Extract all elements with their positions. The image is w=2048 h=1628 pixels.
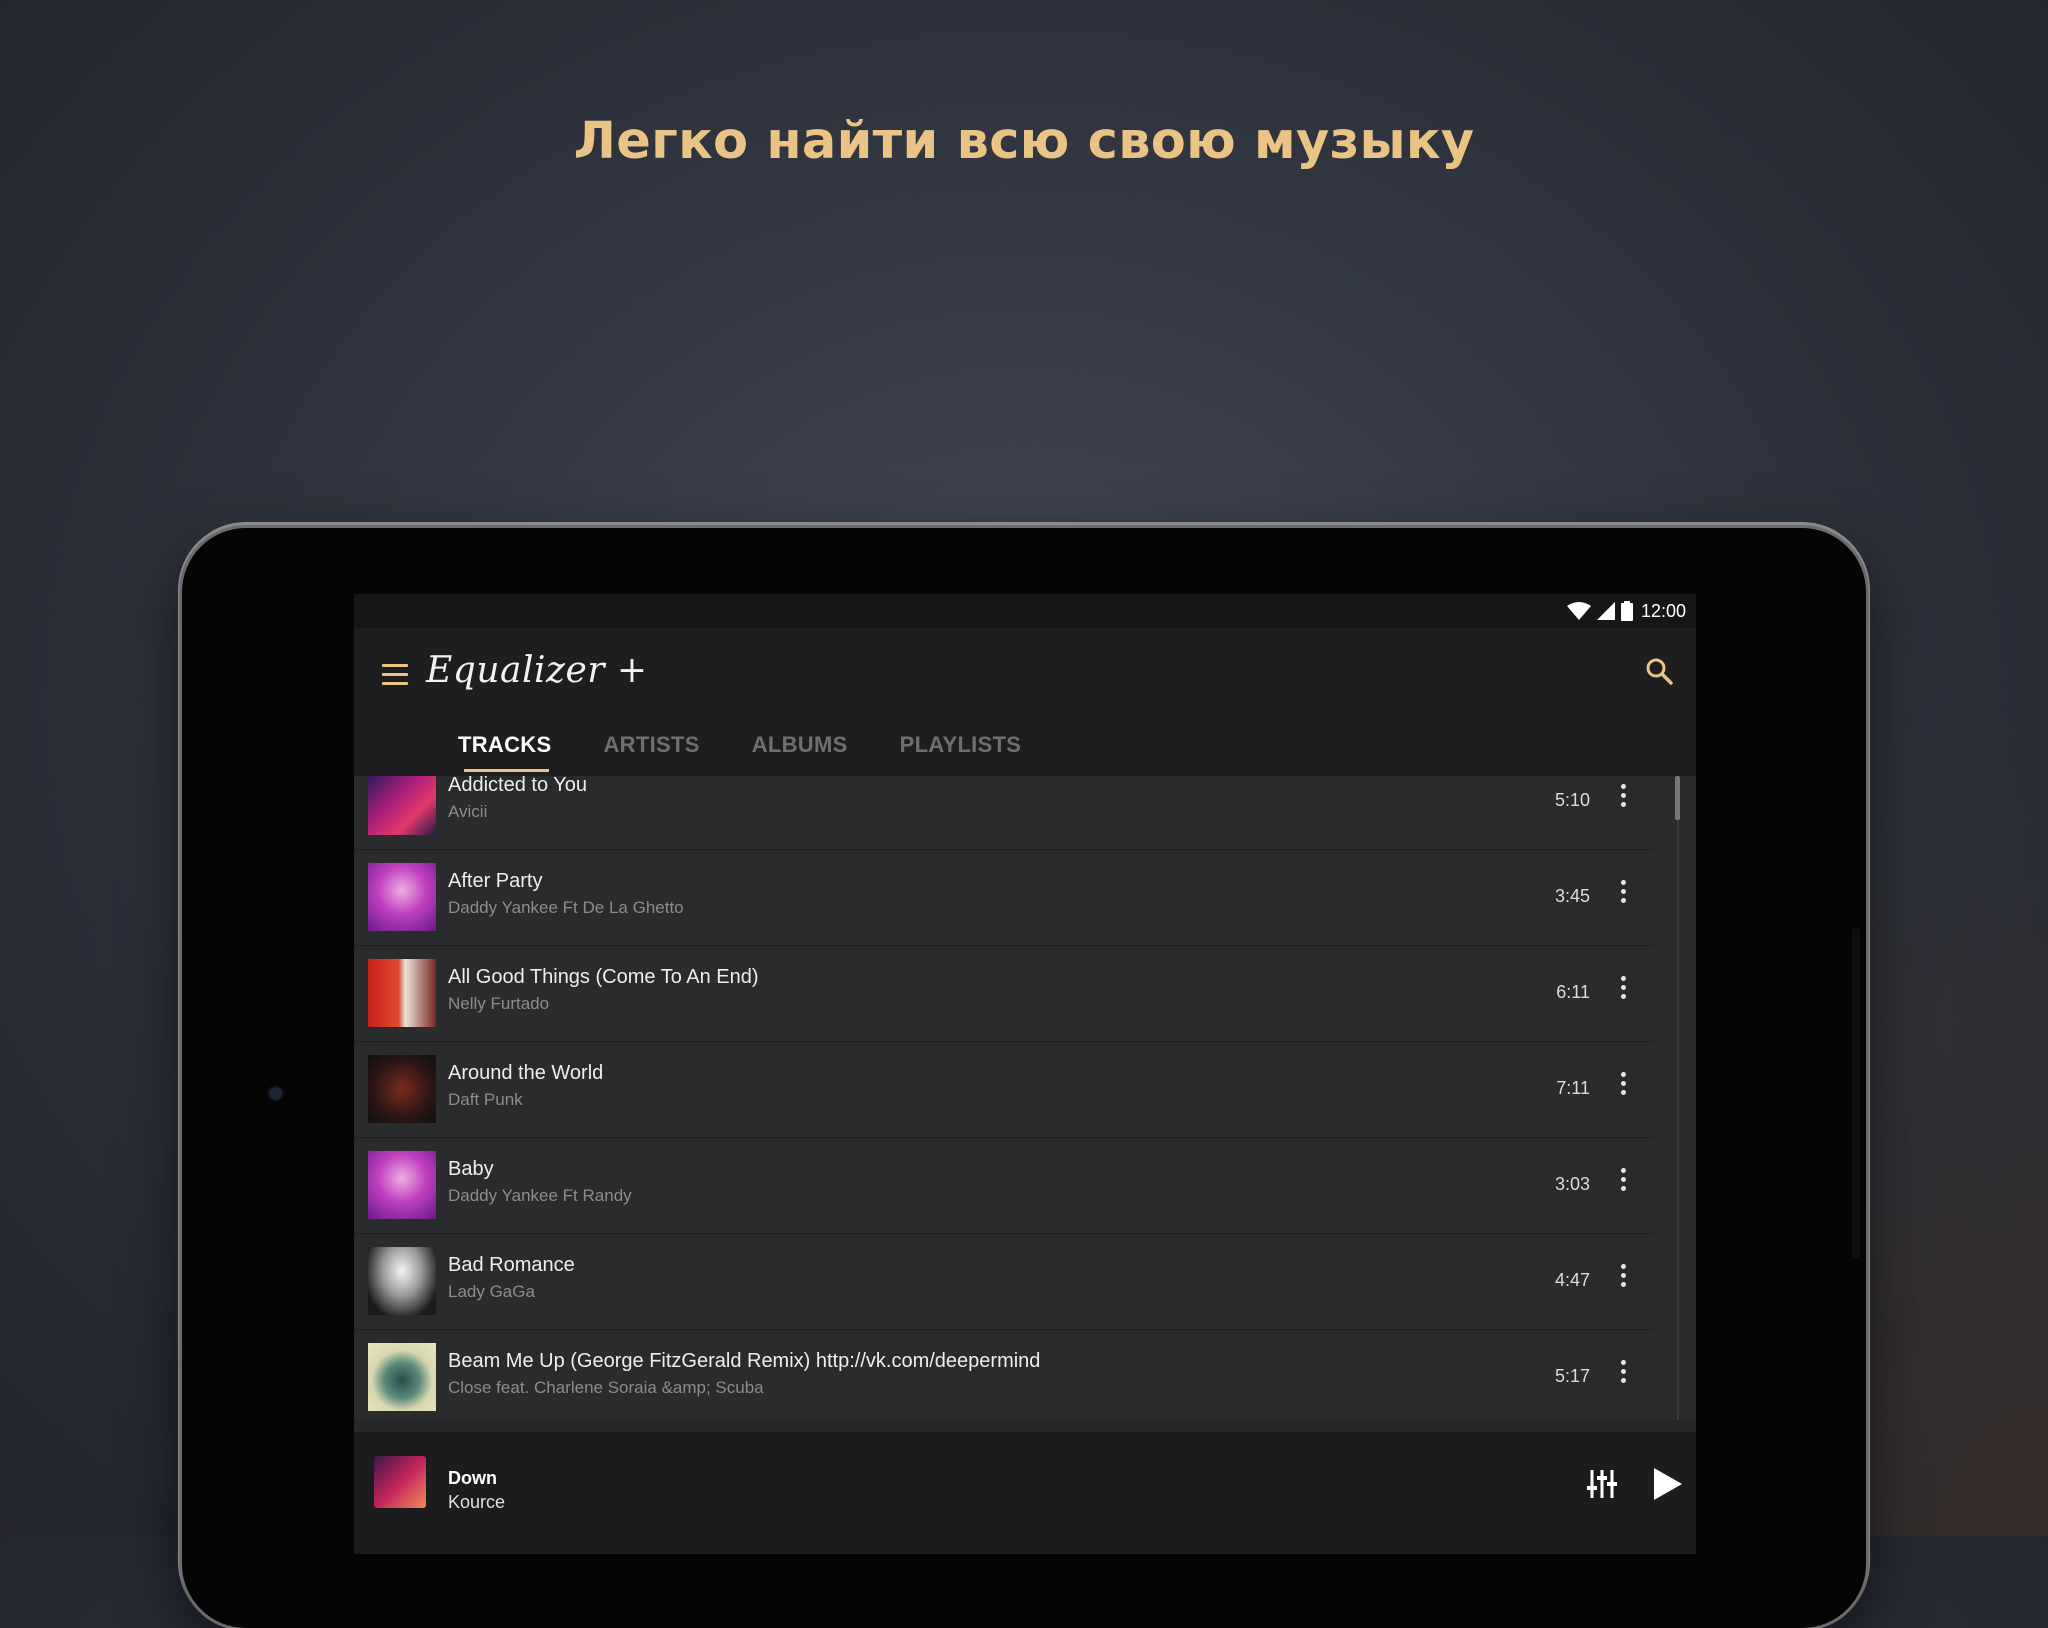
track-row[interactable]: Baby Daddy Yankee Ft Randy 3:03 <box>354 1138 1654 1234</box>
more-vert-icon[interactable] <box>1618 784 1628 814</box>
album-art <box>368 863 436 931</box>
more-vert-icon[interactable] <box>1618 1168 1628 1198</box>
track-title: Addicted to You <box>448 776 588 796</box>
album-art <box>368 1343 436 1411</box>
track-row[interactable]: Beam Me Up (George FitzGerald Remix) htt… <box>354 1330 1654 1420</box>
track-list[interactable]: Addicted to You Avicii 5:10 After Party … <box>354 776 1696 1420</box>
album-art <box>368 776 436 835</box>
tab-albums[interactable]: ALBUMS <box>752 732 848 772</box>
track-duration: 6:11 <box>1556 982 1590 1002</box>
track-row[interactable]: All Good Things (Come To An End) Nelly F… <box>354 946 1654 1042</box>
track-duration: 3:03 <box>1554 1174 1590 1194</box>
tab-artists[interactable]: ARTISTS <box>603 732 699 772</box>
menu-icon[interactable] <box>382 664 408 686</box>
now-playing-artist: Kource <box>448 1492 506 1512</box>
equalizer-icon[interactable] <box>1586 1468 1618 1500</box>
tablet-side-button <box>1852 928 1860 1258</box>
album-art <box>368 1055 436 1123</box>
track-artist: Daft Punk <box>448 1090 523 1109</box>
track-duration: 5:17 <box>1554 1366 1590 1386</box>
battery-icon <box>1620 601 1633 621</box>
track-duration: 3:45 <box>1554 886 1590 906</box>
more-vert-icon[interactable] <box>1618 880 1628 910</box>
promo-headline: Легко найти всю свою музыку <box>573 112 1475 171</box>
album-art <box>368 1247 436 1315</box>
track-artist: Daddy Yankee Ft De La Ghetto <box>448 898 684 917</box>
track-duration: 4:47 <box>1554 1270 1590 1290</box>
app-title: Equalizer + <box>426 650 648 691</box>
track-artist: Nelly Furtado <box>448 994 550 1013</box>
app-bar: Equalizer + TRACKS ARTISTS ALBUMS PLAYLI… <box>354 628 1696 776</box>
track-row[interactable]: Addicted to You Avicii 5:10 <box>354 776 1654 850</box>
status-bar: 12:00 <box>354 594 1696 628</box>
more-vert-icon[interactable] <box>1618 976 1628 1006</box>
track-artist: Daddy Yankee Ft Randy <box>448 1186 632 1205</box>
track-row[interactable]: After Party Daddy Yankee Ft De La Ghetto… <box>354 850 1654 946</box>
signal-icon <box>1596 602 1615 620</box>
track-artist: Lady GaGa <box>448 1282 535 1301</box>
now-playing-title: Down <box>448 1468 497 1488</box>
track-title: Around the World <box>448 1062 604 1084</box>
scrollbar-thumb[interactable] <box>1675 776 1680 820</box>
tab-tracks[interactable]: TRACKS <box>458 732 551 772</box>
more-vert-icon[interactable] <box>1618 1264 1628 1294</box>
status-time: 12:00 <box>1640 600 1686 621</box>
track-duration: 5:10 <box>1554 790 1590 810</box>
album-art <box>368 959 436 1027</box>
tab-bar: TRACKS ARTISTS ALBUMS PLAYLISTS <box>458 732 1021 772</box>
tab-playlists[interactable]: PLAYLISTS <box>900 732 1022 772</box>
now-playing-art <box>374 1456 426 1508</box>
more-vert-icon[interactable] <box>1618 1360 1628 1390</box>
track-title: Beam Me Up (George FitzGerald Remix) htt… <box>448 1350 1041 1372</box>
track-title: All Good Things (Come To An End) <box>448 966 759 988</box>
album-art <box>368 1151 436 1219</box>
track-row[interactable]: Around the World Daft Punk 7:11 <box>354 1042 1654 1138</box>
more-vert-icon[interactable] <box>1618 1072 1628 1102</box>
track-title: Bad Romance <box>448 1254 575 1276</box>
scrollbar-track <box>1677 776 1679 1420</box>
track-duration: 7:11 <box>1556 1078 1590 1098</box>
track-row[interactable]: Bad Romance Lady GaGa 4:47 <box>354 1234 1654 1330</box>
search-icon[interactable] <box>1644 656 1674 686</box>
track-title: Baby <box>448 1158 494 1180</box>
wifi-icon <box>1566 602 1591 620</box>
track-artist: Close feat. Charlene Soraia &amp; Scuba <box>448 1378 764 1397</box>
tablet-camera <box>269 1087 282 1100</box>
track-title: After Party <box>448 870 543 892</box>
app-screen: 12:00 Equalizer + TRACKS ARTISTS ALBUMS … <box>354 594 1696 1554</box>
play-icon[interactable] <box>1652 1466 1684 1502</box>
track-artist: Avicii <box>448 802 488 821</box>
